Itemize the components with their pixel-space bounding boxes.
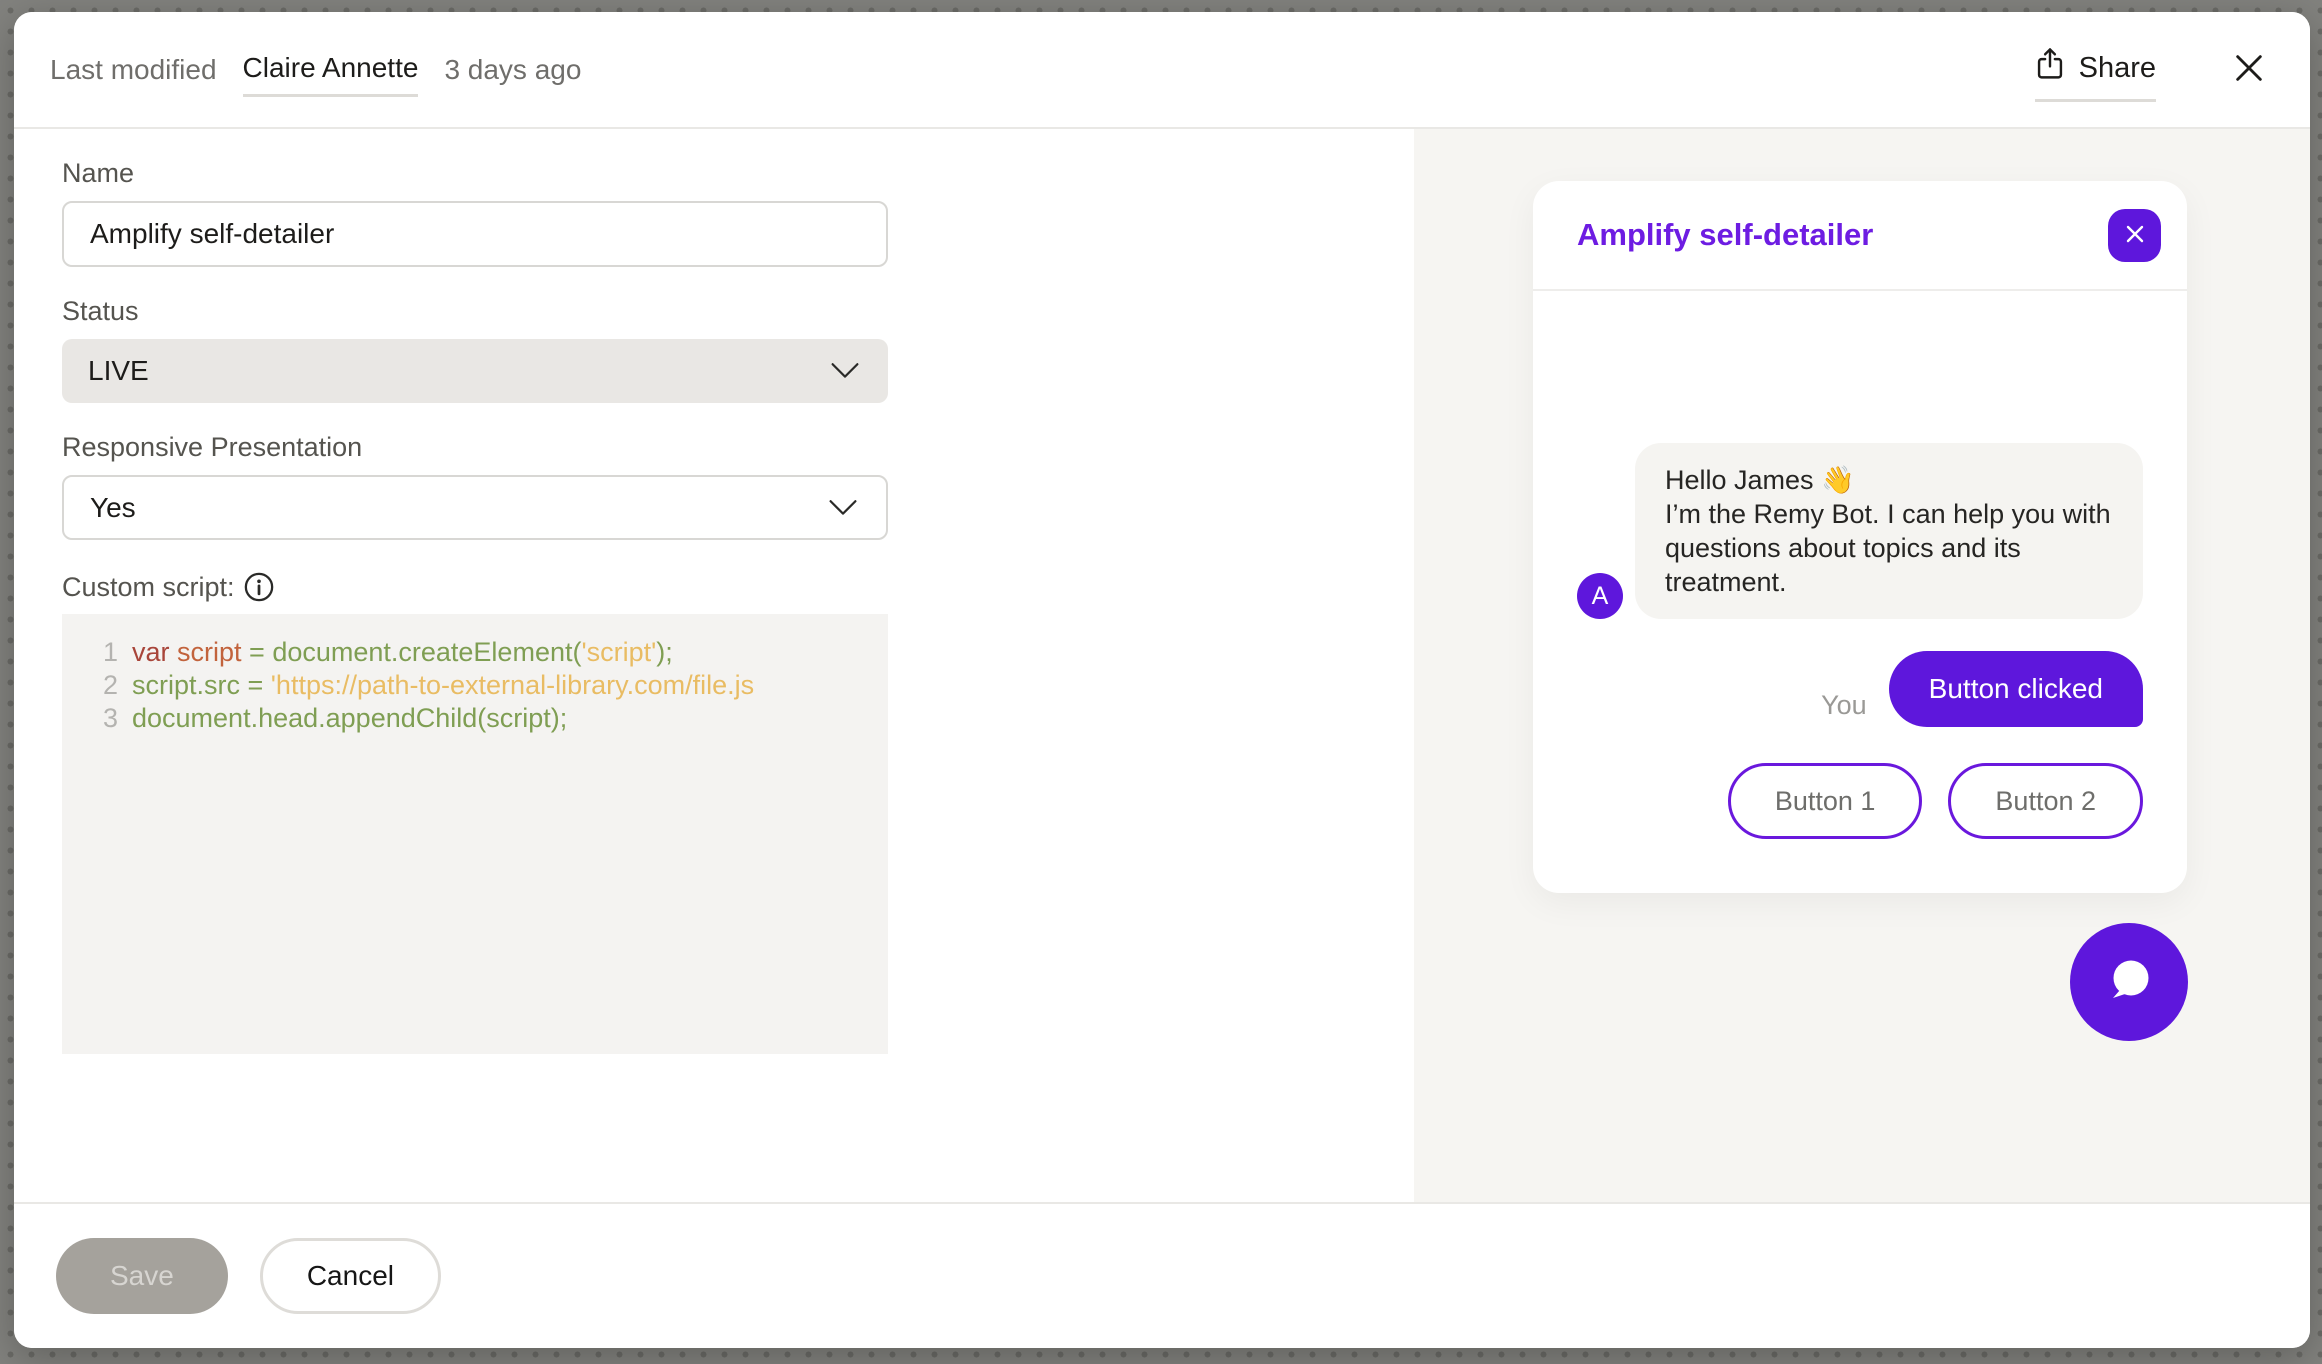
save-button[interactable]: Save xyxy=(56,1238,228,1314)
dialog-topbar: Last modified Claire Annette 3 days ago … xyxy=(14,12,2310,129)
code-token: document.createElement( xyxy=(272,637,581,667)
code-token: var xyxy=(132,637,177,667)
speech-bubble-icon xyxy=(2098,950,2160,1015)
chat-close-button[interactable] xyxy=(2108,209,2161,262)
chevron-down-icon xyxy=(828,499,858,517)
custom-script-label: Custom script: xyxy=(62,569,235,605)
chat-widget-title: Amplify self-detailer xyxy=(1577,217,1873,253)
last-modified-meta: Last modified Claire Annette 3 days ago xyxy=(50,47,581,92)
bot-message-text: I’m the Remy Bot. I can help you with qu… xyxy=(1665,499,2111,597)
last-modified-label: Last modified xyxy=(50,54,217,86)
share-label: Share xyxy=(2079,52,2156,85)
status-value: LIVE xyxy=(88,355,149,387)
bot-avatar: A xyxy=(1577,573,1623,619)
user-message-bubble: Button clicked xyxy=(1889,651,2143,727)
settings-form: Name Status LIVE Responsive Presentation… xyxy=(14,129,1414,1202)
user-message-text: Button clicked xyxy=(1929,673,2103,705)
modified-time-ago: 3 days ago xyxy=(444,54,581,86)
share-icon xyxy=(2035,47,2065,89)
code-token: 'https://path-to-external-library.com/fi… xyxy=(271,670,754,700)
line-number: 3 xyxy=(76,702,118,735)
quick-reply-button-1[interactable]: Button 1 xyxy=(1728,763,1923,839)
chat-preview-panel: Amplify self-detailer A xyxy=(1414,129,2310,1202)
chevron-down-icon xyxy=(830,362,860,380)
bot-message-bubble: Hello James 👋 I’m the Remy Bot. I can he… xyxy=(1635,443,2143,619)
user-label: You xyxy=(1821,690,1867,727)
code-token: script xyxy=(177,637,242,667)
custom-script-editor[interactable]: 1 var script = document.createElement('sc… xyxy=(62,614,888,1054)
info-icon[interactable] xyxy=(243,571,275,603)
avatar-letter: A xyxy=(1592,582,1609,611)
code-line: 1 var script = document.createElement('sc… xyxy=(76,636,888,669)
close-dialog-button[interactable] xyxy=(2232,51,2266,88)
topbar-actions: Share xyxy=(2035,42,2266,97)
code-token: document.head.appendChild(script); xyxy=(132,703,567,733)
line-number: 2 xyxy=(76,669,118,702)
cancel-button[interactable]: Cancel xyxy=(260,1238,441,1314)
responsive-presentation-select[interactable]: Yes xyxy=(62,475,888,540)
line-number: 1 xyxy=(76,636,118,669)
bot-greeting: Hello James xyxy=(1665,465,1821,495)
share-button[interactable]: Share xyxy=(2035,47,2156,102)
dialog-body: Name Status LIVE Responsive Presentation… xyxy=(14,129,2310,1202)
modified-by-author: Claire Annette xyxy=(243,52,419,97)
responsive-presentation-label: Responsive Presentation xyxy=(62,429,1414,465)
code-token: = xyxy=(242,637,273,667)
chat-messages: A Hello James 👋 I’m the Remy Bot. I can … xyxy=(1533,291,2187,893)
edit-dialog: Last modified Claire Annette 3 days ago … xyxy=(14,12,2310,1348)
dialog-footer: Save Cancel xyxy=(14,1202,2310,1348)
code-line: 2 script.src = 'https://path-to-external-… xyxy=(76,669,888,702)
quick-reply-button-2[interactable]: Button 2 xyxy=(1948,763,2143,839)
code-token: ); xyxy=(656,637,673,667)
close-icon xyxy=(2232,51,2266,88)
chat-widget-header: Amplify self-detailer xyxy=(1533,181,2187,291)
status-label: Status xyxy=(62,293,1414,329)
chat-launcher-button[interactable] xyxy=(2070,923,2188,1041)
close-icon xyxy=(2125,224,2145,247)
name-label: Name xyxy=(62,155,1414,191)
waving-hand-emoji: 👋 xyxy=(1821,465,1855,495)
code-token: 'script' xyxy=(581,637,656,667)
name-input[interactable] xyxy=(62,201,888,267)
quick-replies: Button 1 Button 2 xyxy=(1577,763,2143,839)
bot-message-row: A Hello James 👋 I’m the Remy Bot. I can … xyxy=(1577,443,2143,619)
responsive-presentation-value: Yes xyxy=(90,492,136,524)
user-message-row: You Button clicked xyxy=(1577,651,2143,727)
status-select[interactable]: LIVE xyxy=(62,339,888,403)
code-token: script.src = xyxy=(132,670,271,700)
chat-widget: Amplify self-detailer A xyxy=(1533,181,2187,893)
code-line: 3 document.head.appendChild(script); xyxy=(76,702,888,735)
